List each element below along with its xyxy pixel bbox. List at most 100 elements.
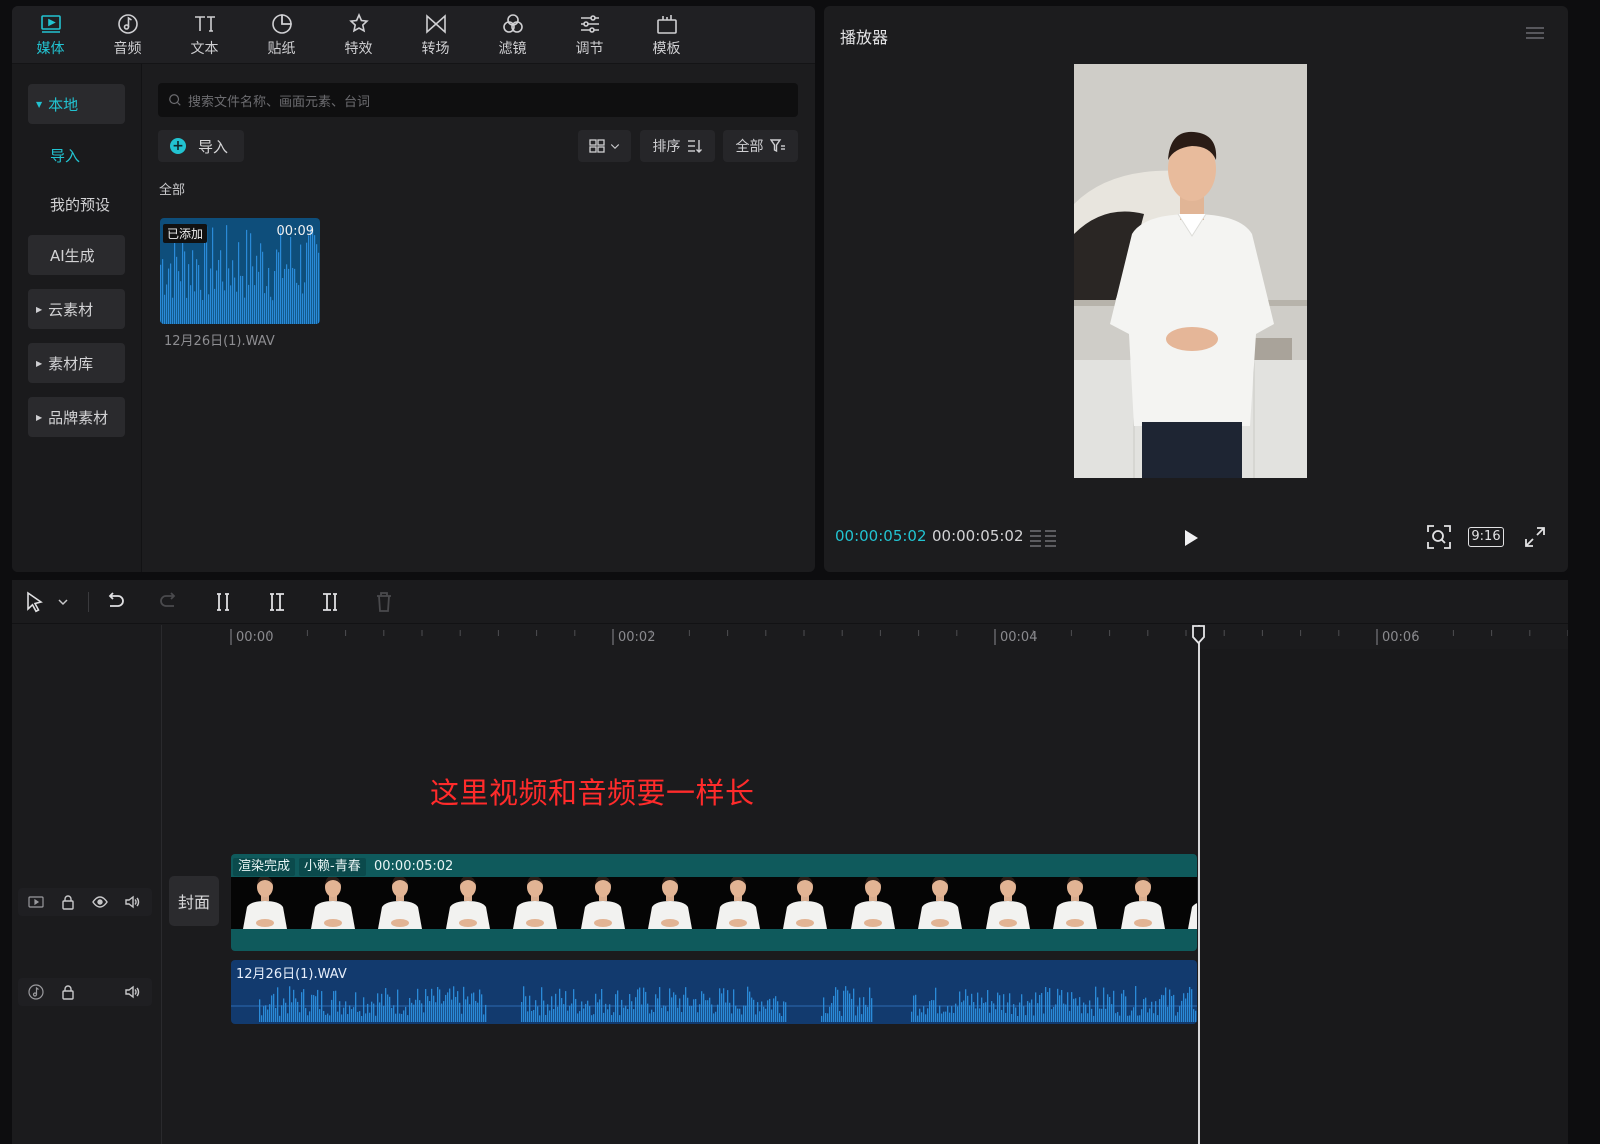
media-sidebar: ▼ 本地 导入 我的预设 AI生成 ▶ 云素材 ▶ 素材库 ▶ 品牌素材 xyxy=(12,64,142,572)
lock-icon[interactable] xyxy=(60,984,76,1000)
feature-tabs: 媒体 音频 文本 贴纸 特效 转场 滤镜 调节 模板 xyxy=(12,6,815,64)
redo-icon[interactable] xyxy=(158,590,180,614)
sidebar-item-label: AI生成 xyxy=(50,246,95,265)
sidebar-item-cloud[interactable]: ▶ 云素材 xyxy=(28,289,125,329)
timeline-panel: 00:00 00:02 00:04 00:06 这里视频和音频要一样长 封面 渲… xyxy=(12,580,1569,1144)
video-frame-thumbnail xyxy=(636,875,704,929)
music-note-icon xyxy=(117,14,138,34)
tab-filter[interactable]: 滤镜 xyxy=(474,6,551,64)
caret-right-icon: ▶ xyxy=(36,304,43,314)
lock-icon[interactable] xyxy=(60,894,76,910)
zoom-fit-icon[interactable] xyxy=(1426,524,1452,550)
plus-icon: + xyxy=(170,138,186,154)
player-title: 播放器 xyxy=(840,28,889,47)
tab-label: 音频 xyxy=(113,41,142,57)
video-clip[interactable]: 渲染完成 小赖-青春 00:00:05:02 xyxy=(231,854,1197,951)
view-mode-button[interactable] xyxy=(578,130,631,162)
undo-icon[interactable] xyxy=(104,590,126,614)
person-video-frame xyxy=(1074,64,1307,478)
sidebar-item-ai[interactable]: AI生成 xyxy=(28,235,125,275)
aspect-ratio-button[interactable]: 9:16 xyxy=(1468,527,1504,547)
adjust-sliders-icon xyxy=(580,15,599,33)
tab-label: 滤镜 xyxy=(498,41,527,57)
sidebar-item-label: 品牌素材 xyxy=(48,408,109,427)
audio-track-icon xyxy=(28,984,44,1000)
tab-transition[interactable]: 转场 xyxy=(397,6,474,64)
play-icon[interactable] xyxy=(1183,529,1199,547)
text-icon xyxy=(194,16,215,32)
video-frame-thumbnail xyxy=(433,875,501,929)
sidebar-item-local[interactable]: ▼ 本地 xyxy=(28,84,125,124)
filter-all-button[interactable]: 全部 xyxy=(723,130,798,162)
search-placeholder: 搜索文件名称、画面元素、台词 xyxy=(188,94,371,110)
tab-media[interactable]: 媒体 xyxy=(12,6,89,64)
media-panel: 媒体 音频 文本 贴纸 特效 转场 滤镜 调节 模板 ▼ 本地 导入 我的预设 … xyxy=(12,6,815,572)
eye-icon[interactable] xyxy=(92,894,108,910)
delete-icon[interactable] xyxy=(373,590,395,614)
time-ruler: 00:00 00:02 00:04 00:06 xyxy=(163,625,1569,649)
ruler-label: 00:06 xyxy=(1382,630,1420,645)
media-search-input[interactable]: 搜索文件名称、画面元素、台词 xyxy=(158,83,798,117)
fullscreen-icon[interactable] xyxy=(1524,526,1546,548)
split-icon[interactable] xyxy=(212,590,234,614)
ruler-ticks xyxy=(230,629,1569,645)
video-frame-thumbnail xyxy=(568,875,636,929)
tab-adjust[interactable]: 调节 xyxy=(551,6,628,64)
caret-right-icon: ▶ xyxy=(36,412,43,422)
cover-button[interactable]: 封面 xyxy=(169,876,219,926)
sidebar-item-presets[interactable]: 我的预设 xyxy=(28,184,125,224)
chevron-down-icon[interactable] xyxy=(56,590,70,614)
sidebar-item-import[interactable]: 导入 xyxy=(28,135,125,175)
trim-left-icon[interactable] xyxy=(266,590,288,614)
video-track-controls xyxy=(18,888,152,916)
search-icon xyxy=(169,94,181,106)
tab-label: 模板 xyxy=(652,41,681,57)
filter-label: 全部 xyxy=(735,139,764,155)
tab-label: 转场 xyxy=(421,41,450,57)
grid-view-icon xyxy=(588,139,605,153)
speaker-icon[interactable] xyxy=(124,984,140,1000)
video-frame-thumbnail xyxy=(838,875,906,929)
tab-label: 文本 xyxy=(190,41,219,57)
sidebar-item-brand[interactable]: ▶ 品牌素材 xyxy=(28,397,125,437)
sidebar-item-label: 我的预设 xyxy=(50,195,111,214)
clip-duration-tag: 00:00:05:02 xyxy=(374,859,454,874)
caret-down-icon: ▼ xyxy=(36,99,43,109)
ruler-label: 00:02 xyxy=(618,630,656,645)
tab-sticker[interactable]: 贴纸 xyxy=(243,6,320,64)
sticker-icon xyxy=(271,14,292,34)
audio-track-controls xyxy=(18,978,152,1006)
total-timecode: 00:00:05:02 xyxy=(932,527,1024,545)
sidebar-item-label: 本地 xyxy=(48,95,79,114)
import-button[interactable]: + 导入 xyxy=(158,130,244,162)
audio-clip[interactable]: 12月26日(1).WAV xyxy=(231,960,1197,1024)
menu-icon[interactable] xyxy=(1526,26,1544,40)
media-item-name: 12月26日(1).WAV xyxy=(164,334,275,349)
funnel-icon xyxy=(769,139,785,153)
playhead-handle[interactable] xyxy=(1191,625,1206,645)
chevron-down-icon xyxy=(610,144,619,150)
sidebar-item-label: 导入 xyxy=(50,146,81,165)
select-cursor-icon[interactable] xyxy=(24,590,46,614)
timeline-toolbar xyxy=(12,580,1568,624)
sidebar-item-label: 素材库 xyxy=(48,354,94,373)
import-label: 导入 xyxy=(198,137,229,156)
list-icon[interactable] xyxy=(1028,528,1058,548)
audio-waveform xyxy=(231,986,1197,1022)
video-frame-thumbnail xyxy=(1108,875,1176,929)
playhead-line[interactable] xyxy=(1198,625,1200,1144)
media-item-audio[interactable]: 已添加 00:09 xyxy=(160,218,320,324)
trim-right-icon[interactable] xyxy=(319,590,341,614)
tab-label: 调节 xyxy=(575,41,604,57)
video-preview[interactable] xyxy=(1074,64,1307,478)
annotation-text: 这里视频和音频要一样长 xyxy=(430,776,755,810)
speaker-icon[interactable] xyxy=(124,894,140,910)
tab-effects[interactable]: 特效 xyxy=(320,6,397,64)
sidebar-item-library[interactable]: ▶ 素材库 xyxy=(28,343,125,383)
video-frame-thumbnail xyxy=(771,875,839,929)
tab-text[interactable]: 文本 xyxy=(166,6,243,64)
tab-audio[interactable]: 音频 xyxy=(89,6,166,64)
sort-button[interactable]: 排序 xyxy=(640,130,715,162)
track-header-column xyxy=(12,625,162,1144)
tab-template[interactable]: 模板 xyxy=(628,6,705,64)
